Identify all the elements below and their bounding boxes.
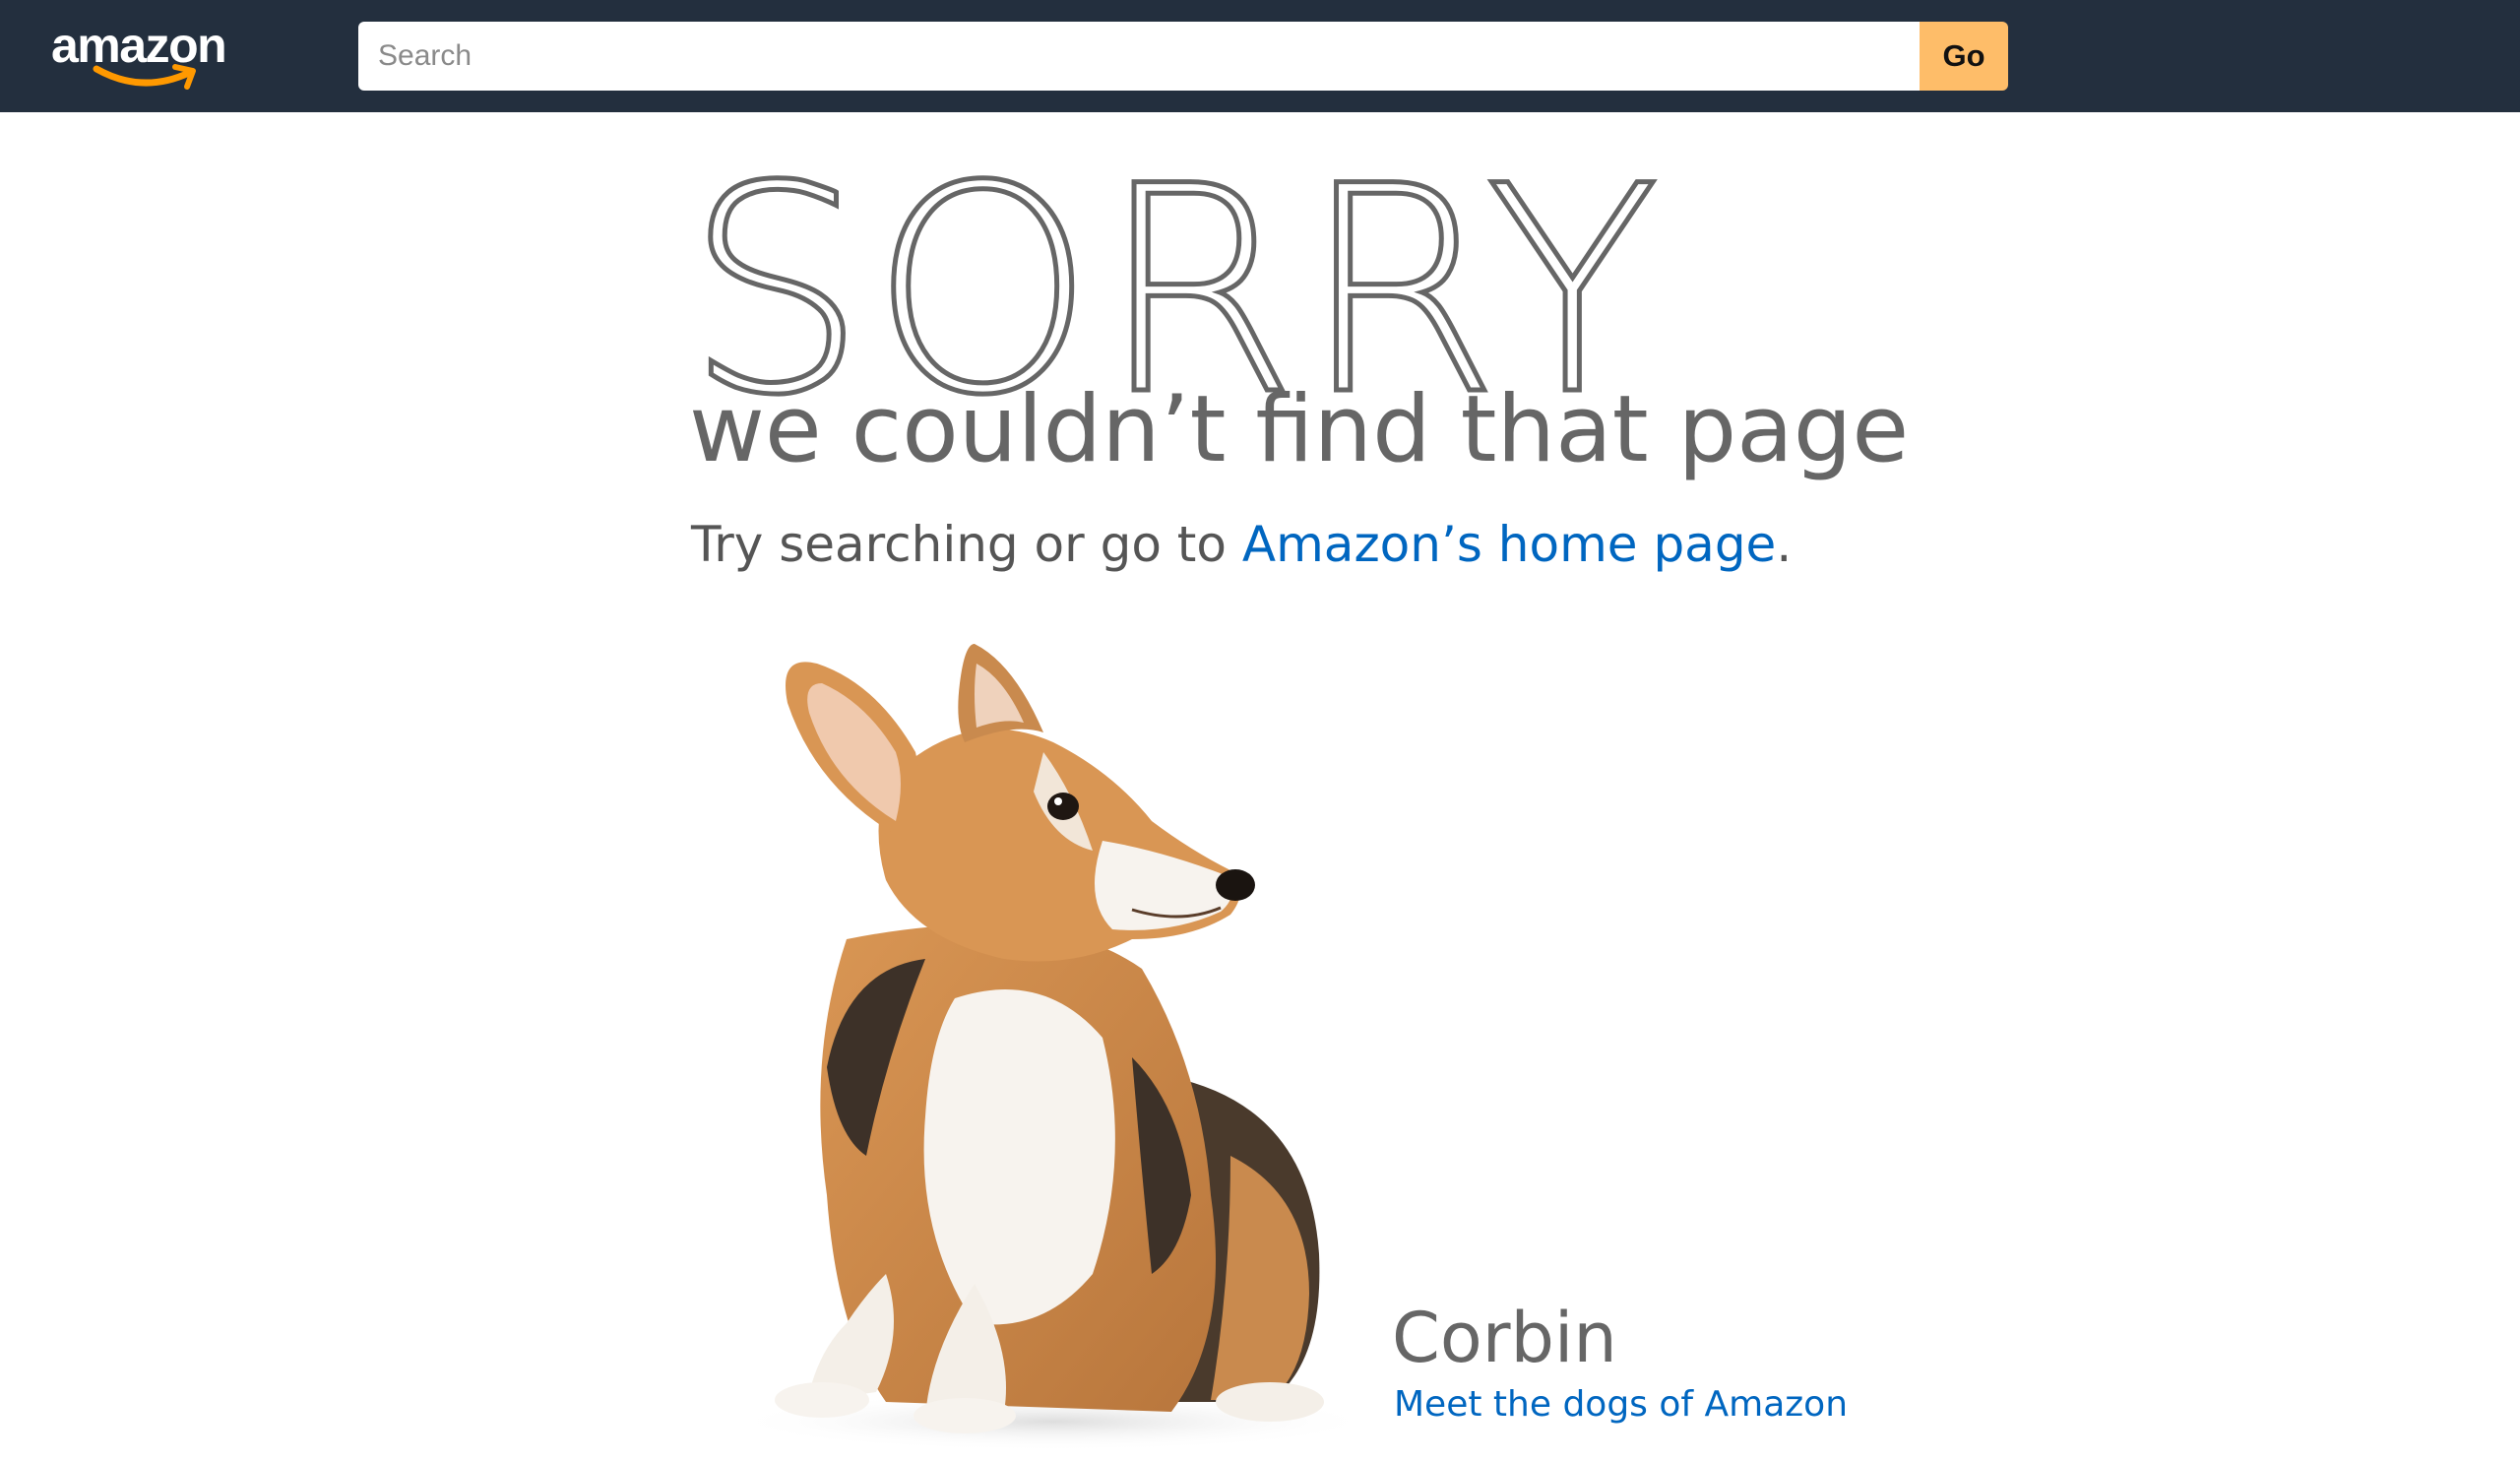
dog-name: Corbin xyxy=(1392,1298,1617,1378)
amazon-logo[interactable]: amazon xyxy=(51,16,248,90)
home-page-link[interactable]: Amazon’s home page xyxy=(1242,516,1776,573)
help-message-period: . xyxy=(1776,516,1793,573)
search-input[interactable] xyxy=(358,22,1920,91)
corgi-dog-image xyxy=(728,644,1378,1451)
meet-the-dogs-link[interactable]: Meet the dogs of Amazon xyxy=(1394,1380,1848,1429)
page-not-found-subtitle: we couldn’t find that page xyxy=(689,376,1910,483)
search-form: Go xyxy=(358,22,2008,91)
help-message: Try searching or go to Amazon’s home pag… xyxy=(691,510,1792,579)
smile-arrow-icon xyxy=(93,64,196,90)
error-content: SORRY we couldn’t find that page Try sea… xyxy=(683,112,1969,1451)
help-message-text: Try searching or go to xyxy=(691,516,1242,573)
go-button[interactable]: Go xyxy=(1920,22,2008,91)
top-navigation-bar: amazon Go xyxy=(0,0,2520,112)
